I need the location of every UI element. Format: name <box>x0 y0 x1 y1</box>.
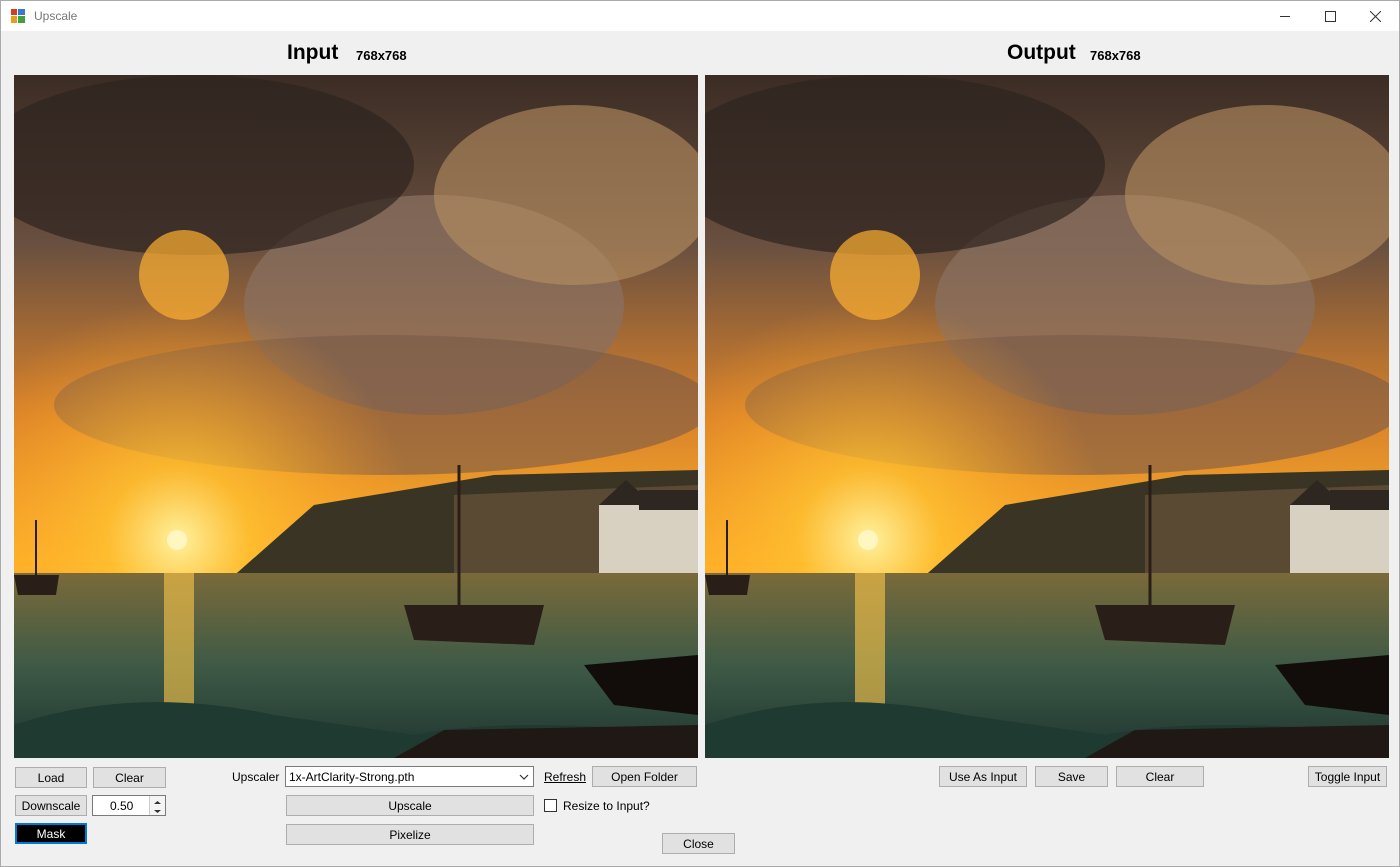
input-heading: Input <box>287 41 339 64</box>
close-button[interactable]: Close <box>662 833 735 854</box>
save-button[interactable]: Save <box>1035 766 1108 787</box>
title-bar: Upscale <box>1 1 1399 31</box>
clear-input-button[interactable]: Clear <box>93 767 166 788</box>
load-button[interactable]: Load <box>15 767 87 788</box>
maximize-icon <box>1325 11 1336 22</box>
toggle-input-button[interactable]: Toggle Input <box>1308 766 1387 787</box>
downscale-button[interactable]: Downscale <box>15 795 87 816</box>
close-window-button[interactable] <box>1353 1 1398 31</box>
chevron-down-icon <box>519 774 529 780</box>
upscaler-model-value: 1x-ArtClarity-Strong.pth <box>289 770 415 784</box>
resize-to-input-checkbox[interactable] <box>544 799 557 812</box>
clear-output-button[interactable]: Clear <box>1116 766 1204 787</box>
downscale-factor-value: 0.50 <box>110 799 134 813</box>
close-icon <box>1370 11 1381 22</box>
minimize-button[interactable] <box>1263 1 1308 31</box>
stepper-up-icon[interactable] <box>150 796 165 805</box>
stepper-buttons[interactable] <box>149 796 165 815</box>
window-title: Upscale <box>34 9 78 23</box>
input-image[interactable] <box>14 75 698 758</box>
upscaler-model-select[interactable]: 1x-ArtClarity-Strong.pth <box>285 766 534 787</box>
output-heading: Output <box>1007 41 1076 64</box>
upscale-window: Upscale Input 768x768 Output 768x768 Loa… <box>0 0 1400 867</box>
app-icon <box>11 9 25 23</box>
stepper-down-icon[interactable] <box>150 805 165 814</box>
pixelize-button[interactable]: Pixelize <box>286 824 534 845</box>
minimize-icon <box>1280 16 1290 17</box>
mask-button[interactable]: Mask <box>15 823 87 844</box>
upscaler-label: Upscaler <box>232 770 280 784</box>
open-folder-button[interactable]: Open Folder <box>592 766 697 787</box>
output-dimensions: 768x768 <box>1090 48 1141 63</box>
refresh-link[interactable]: Refresh <box>544 770 586 784</box>
resize-to-input-label: Resize to Input? <box>563 799 650 813</box>
maximize-button[interactable] <box>1308 1 1353 31</box>
downscale-factor-stepper[interactable]: 0.50 <box>92 795 166 816</box>
output-image[interactable] <box>705 75 1389 758</box>
use-as-input-button[interactable]: Use As Input <box>939 766 1027 787</box>
input-dimensions: 768x768 <box>356 48 407 63</box>
upscale-button[interactable]: Upscale <box>286 795 534 816</box>
